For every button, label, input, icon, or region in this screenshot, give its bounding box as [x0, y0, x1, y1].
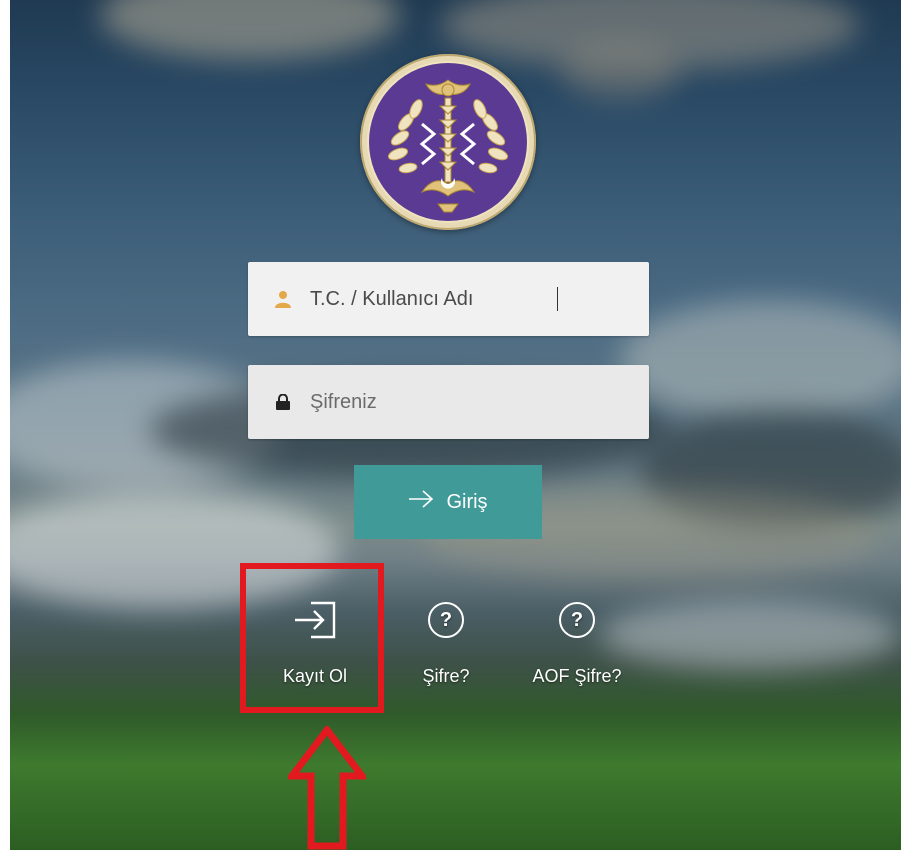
- aof-forgot-password-label: AOF Şifre?: [532, 666, 622, 686]
- university-emblem-icon: [367, 61, 529, 223]
- university-logo: [360, 54, 536, 230]
- background-cloud: [560, 40, 680, 100]
- arrow-right-icon: [408, 490, 434, 514]
- aof-forgot-password-link[interactable]: ? AOF Şifre?: [512, 598, 642, 687]
- red-up-arrow: [288, 726, 366, 850]
- login-button[interactable]: Giriş: [354, 465, 542, 539]
- username-field[interactable]: [248, 262, 649, 336]
- forgot-password-link[interactable]: ? Şifre?: [406, 598, 486, 687]
- password-field[interactable]: [248, 365, 649, 439]
- background-cloud: [100, 0, 400, 60]
- password-input[interactable]: [310, 390, 610, 414]
- text-caret: [557, 287, 558, 311]
- username-input[interactable]: [310, 287, 610, 311]
- login-button-label: Giriş: [446, 490, 488, 513]
- question-circle-icon: ?: [424, 598, 468, 642]
- left-edge: [0, 0, 10, 850]
- register-highlight-box: [240, 563, 384, 713]
- user-icon: [274, 290, 292, 308]
- login-page: Giriş Kayıt Ol ? Şifre? ? AOF Şifre?: [0, 0, 901, 850]
- background-cloud: [600, 600, 900, 670]
- lock-icon: [274, 393, 292, 411]
- forgot-password-label: Şifre?: [422, 666, 470, 686]
- background-cloud: [620, 300, 901, 420]
- question-circle-icon: ?: [555, 598, 599, 642]
